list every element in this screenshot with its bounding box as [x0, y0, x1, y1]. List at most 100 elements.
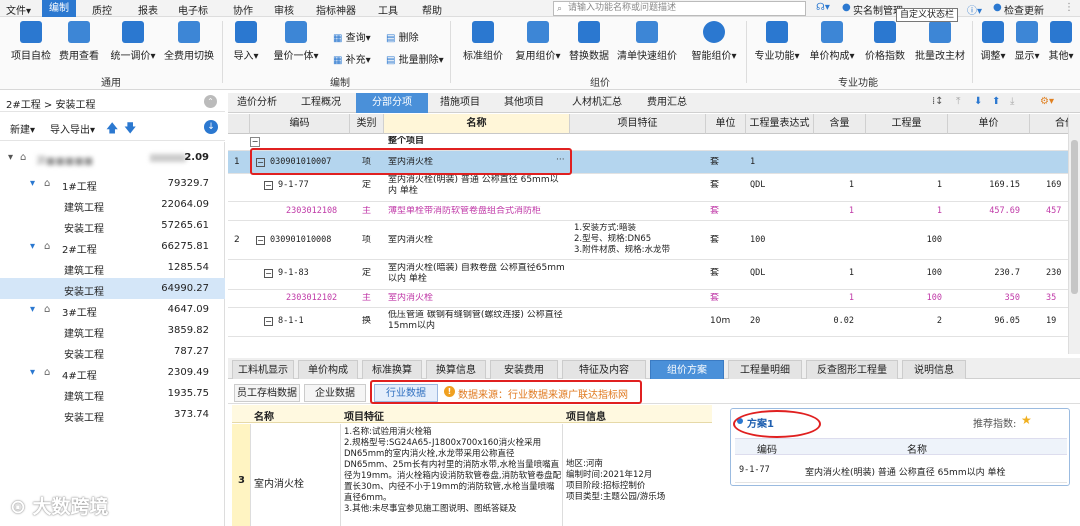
check-update-button[interactable]: 检查更新 — [1004, 2, 1044, 17]
menu-ebid[interactable]: 电子标 — [178, 2, 208, 17]
qty-price-button[interactable]: 量价一体▾ — [268, 21, 324, 62]
headset-icon[interactable]: ☊▾ — [816, 2, 830, 13]
scrollbar-thumb[interactable] — [1071, 140, 1078, 294]
menu-report[interactable]: 报表 — [138, 2, 158, 17]
tab-other-items[interactable]: 其他项目 — [496, 93, 552, 113]
display-button[interactable]: 显示▾ — [1012, 21, 1042, 62]
tab-fee-summary[interactable]: 费用汇总 — [638, 93, 696, 113]
tab-pricing-scheme[interactable]: 组价方案 — [650, 360, 724, 379]
tab-materials[interactable]: 人材机汇总 — [562, 93, 632, 113]
move-bottom-icon[interactable]: ⤓ — [1010, 96, 1014, 107]
other-button[interactable]: 其他▾ — [1046, 21, 1076, 62]
tab-overview[interactable]: 工程概况 — [292, 93, 350, 113]
header-qty[interactable]: 工程量 — [866, 114, 948, 134]
tree-item-project4[interactable]: ▾ ⌂ 4#工程 2309.49 — [0, 362, 225, 383]
tree-expand-icon[interactable]: ▾ — [30, 304, 35, 315]
tab-conv-info[interactable]: 换算信息 — [426, 360, 486, 379]
tree-item-building[interactable]: 建筑工程 1285.54 — [0, 257, 225, 278]
collapse-icon[interactable]: ⌃ — [204, 95, 217, 108]
collapse-toggle[interactable]: − — [264, 181, 273, 190]
row-name[interactable]: 室内消火栓(暗装) 自救卷盘 公称直径65mm以内 单栓 — [388, 263, 566, 287]
header-name[interactable]: 名称 — [384, 114, 570, 134]
professional-button[interactable]: 专业功能▾ — [752, 21, 802, 62]
price-index-button[interactable]: 价格指数 — [862, 21, 908, 62]
unify-price-button[interactable]: 统一调价▾ — [106, 21, 160, 62]
standard-price-button[interactable]: 标准组价 — [458, 21, 508, 62]
unit-price-comp-button[interactable]: 单价构成▾ — [806, 21, 858, 62]
tree-item-building[interactable]: 建筑工程 3859.82 — [0, 320, 225, 341]
move-top-icon[interactable]: ⤒ — [956, 96, 960, 107]
header-unit[interactable]: 单位 — [706, 114, 746, 134]
tree-item-project3[interactable]: ▾ ⌂ 3#工程 4647.09 — [0, 299, 225, 320]
delete-button[interactable]: ▤ 删除 — [386, 29, 419, 44]
header-total[interactable]: 合价 — [1030, 114, 1068, 134]
collapse-toggle[interactable]: − — [256, 236, 265, 245]
full-fee-switch-button[interactable]: 全费用切换 — [160, 21, 218, 62]
more-icon[interactable]: ⋮ — [1064, 2, 1074, 13]
download-icon[interactable]: ↓ — [204, 120, 218, 134]
query-button[interactable]: ▦ 查询▾ — [333, 29, 371, 44]
tab-material-display[interactable]: 工料机显示 — [232, 360, 294, 379]
menu-compile[interactable]: 编制 — [42, 0, 76, 17]
header-type[interactable]: 类别 — [350, 114, 384, 134]
menu-indicator[interactable]: 指标神器 — [316, 2, 356, 17]
header-expr[interactable]: 工程量表达式 — [746, 114, 814, 134]
supplement-button[interactable]: ▦ 补充▾ — [333, 51, 371, 66]
tab-reverse-qty[interactable]: 反查图形工程量 — [806, 360, 898, 379]
tab-qty-detail[interactable]: 工程量明细 — [728, 360, 802, 379]
tab-install-fee[interactable]: 安装费用 — [490, 360, 558, 379]
collapse-toggle[interactable]: − — [264, 269, 273, 278]
tree-item-install-selected[interactable]: 安装工程 64990.27 — [0, 278, 225, 299]
search-input[interactable]: ⌕ 请输入功能名称或问题描述 — [553, 1, 806, 16]
filter-icon[interactable]: ⚙▾ — [1040, 96, 1054, 107]
tree-item-building[interactable]: 建筑工程 22064.09 — [0, 194, 225, 215]
tab-description[interactable]: 说明信息 — [902, 360, 966, 379]
grid-scrollbar[interactable] — [1068, 114, 1080, 354]
tree-expand-icon[interactable]: ▾ — [30, 367, 35, 378]
menu-tools[interactable]: 工具 — [378, 2, 398, 17]
header-content[interactable]: 含量 — [814, 114, 866, 134]
adjust-button[interactable]: 调整▾ — [978, 21, 1008, 62]
column-settings-icon[interactable]: ⁞↕ — [932, 96, 944, 107]
row-name[interactable]: 室内消火栓 — [388, 235, 433, 246]
row-name[interactable]: 室内消火栓 — [254, 475, 304, 490]
header-feature[interactable]: 项目特征 — [570, 114, 706, 134]
row-name[interactable]: 薄型单栓带消防软管卷盘组合式消防柜 — [388, 206, 566, 217]
tree-expand-icon[interactable]: ▾ — [8, 152, 13, 163]
tree-item-install[interactable]: 安装工程 787.27 — [0, 341, 225, 362]
reuse-price-button[interactable]: 复用组价▾ — [512, 21, 564, 62]
menu-help[interactable]: 帮助 — [422, 2, 442, 17]
move-down-icon[interactable]: ⬇ — [974, 96, 982, 107]
tab-features[interactable]: 特征及内容 — [562, 360, 646, 379]
tree-item-project1[interactable]: ▾ ⌂ 1#工程 79329.7 — [0, 173, 225, 194]
menu-collab[interactable]: 协作 — [233, 2, 253, 17]
tab-measures[interactable]: 措施项目 — [430, 93, 490, 113]
tab-standard-conv[interactable]: 标准换算 — [362, 360, 422, 379]
tree-expand-icon[interactable]: ▾ — [30, 178, 35, 189]
menu-quality[interactable]: 质控 — [92, 2, 112, 17]
batch-material-button[interactable]: 批量改主材 — [912, 21, 968, 62]
new-button[interactable]: 新建▾ — [10, 121, 35, 136]
menu-audit[interactable]: 审核 — [274, 2, 294, 17]
tree-item-root[interactable]: ▾ ⌂ 源■■■■■ 2.09 — [0, 147, 225, 168]
tree-item-install[interactable]: 安装工程 373.74 — [0, 404, 225, 425]
header-code[interactable]: 编码 — [250, 114, 350, 134]
tree-expand-icon[interactable]: ▾ — [30, 241, 35, 252]
row-name[interactable]: 室内消火栓 — [388, 293, 433, 304]
tab-unit-price[interactable]: 单价构成 — [298, 360, 358, 379]
tab-cost-analysis[interactable]: 造价分析 — [228, 93, 286, 113]
arrow-up-icon[interactable]: 🡅 — [106, 119, 118, 140]
import-button[interactable]: 导入▾ — [230, 21, 262, 62]
fee-view-button[interactable]: 费用查看 — [56, 21, 102, 62]
header-price[interactable]: 单价 — [948, 114, 1030, 134]
tree-item-install[interactable]: 安装工程 57265.61 — [0, 215, 225, 236]
quick-price-button[interactable]: 清单快速组价 — [614, 21, 680, 62]
tab-employee-data[interactable]: 员工存档数据 — [234, 384, 300, 402]
import-export-button[interactable]: 导入导出▾ — [50, 121, 95, 136]
row-name[interactable]: 低压管道 碳钢有缝钢管(螺纹连接) 公称直径15mm以内 — [388, 310, 566, 334]
self-check-button[interactable]: 项目自检 — [8, 21, 54, 62]
tab-divisions[interactable]: 分部分项 — [356, 93, 428, 113]
tree-item-building[interactable]: 建筑工程 1935.75 — [0, 383, 225, 404]
smart-price-button[interactable]: 智能组价▾ — [686, 21, 742, 62]
collapse-toggle[interactable]: − — [264, 317, 273, 326]
